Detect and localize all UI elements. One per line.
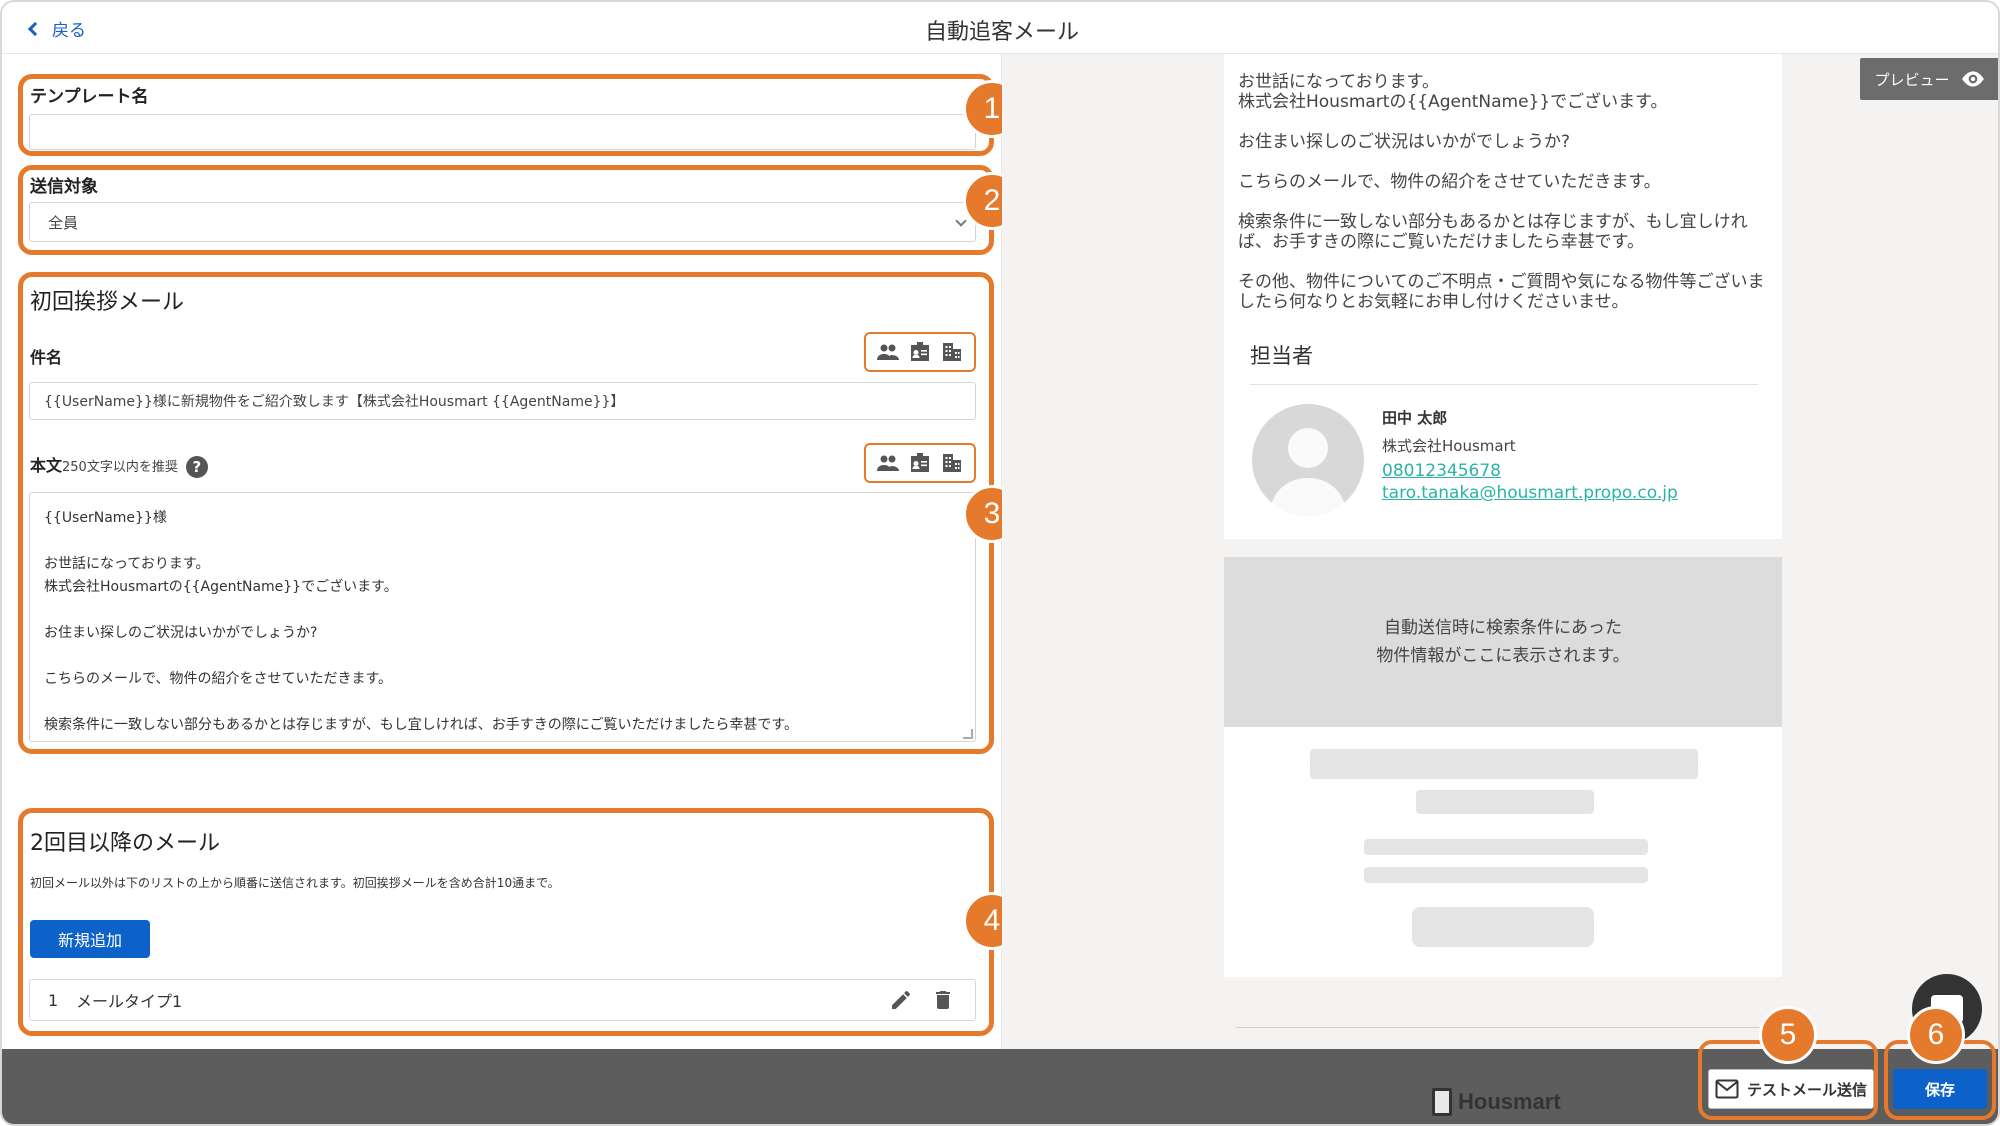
body-line: {{UserName}}様	[44, 510, 167, 526]
test-button-label: テストメール送信	[1746, 1080, 1867, 1099]
app-window: 戻る 自動追客メール テンプレート名 1 送信対象 全員 2 初回挨拶メール 件…	[0, 0, 2000, 1126]
list-item-number: 1	[48, 990, 59, 1010]
divider	[1250, 384, 1758, 385]
body-line	[44, 645, 961, 668]
body-insert-toolbar	[864, 443, 976, 483]
logo: Housmart	[1432, 1088, 1561, 1116]
subject-input[interactable]: {{UserName}}様に新規物件をご紹介致します【株式会社Housmart …	[29, 382, 976, 420]
template-name-label: テンプレート名	[30, 87, 149, 107]
chevron-down-icon	[955, 215, 967, 227]
body-line	[44, 691, 961, 714]
body-textarea[interactable]: {{UserName}}様 お世話になっております。 株式会社Housmartの…	[29, 492, 976, 742]
body-line	[44, 530, 961, 553]
staff-heading: 担当者	[1250, 344, 1313, 368]
id-card-icon[interactable]	[908, 451, 932, 475]
resize-handle-icon[interactable]	[963, 729, 973, 739]
skeleton-button	[1412, 907, 1594, 947]
preview-paragraph: その他、物件についてのご不明点・ご質問や気になる物件等ございましたら何なりとお気…	[1238, 272, 1765, 312]
id-card-icon[interactable]	[908, 340, 932, 364]
save-button[interactable]: 保存	[1893, 1069, 1987, 1109]
body-line: こちらのメールで、物件の紹介をさせていただきます。	[44, 671, 393, 687]
mail-preview-text: お世話になっております。 株式会社Housmartの{{AgentName}}で…	[1238, 72, 1766, 312]
body-label-text: 本文	[30, 456, 63, 475]
body-line: 株式会社Housmartの{{AgentName}}でございます。	[44, 579, 398, 595]
divider	[1236, 1027, 1766, 1028]
list-item[interactable]: 1 メールタイプ1	[29, 979, 976, 1021]
list-item-label: メールタイプ1	[76, 992, 183, 1011]
skeleton-bar	[1364, 839, 1648, 855]
staff-phone-link[interactable]: 08012345678	[1382, 460, 1678, 482]
target-label: 送信対象	[30, 177, 98, 197]
body-line	[44, 599, 961, 622]
preview-paragraph: 検索条件に一致しない部分もあるかとは存じますが、もし宜しければ、お手すきの際にご…	[1238, 212, 1748, 252]
users-icon[interactable]	[876, 451, 900, 475]
header-bar: 戻る 自動追客メール	[2, 2, 1998, 54]
trash-icon[interactable]	[931, 988, 955, 1012]
placeholder-line: 自動送信時に検索条件にあった	[1384, 618, 1622, 638]
subject-insert-toolbar	[864, 332, 976, 372]
body-label: 本文250文字以内を推奨?	[30, 452, 208, 478]
logo-text: Housmart	[1458, 1089, 1561, 1114]
preview-paragraph: こちらのメールで、物件の紹介をさせていただきます。	[1238, 172, 1661, 192]
preview-paragraph: お住まい探しのご状況はいかがでしょうか?	[1238, 132, 1571, 152]
preview-toggle-button[interactable]: プレビュー	[1860, 58, 1998, 100]
send-test-mail-button[interactable]: テストメール送信	[1708, 1069, 1874, 1109]
body-hint: 250文字以内を推奨	[62, 460, 178, 475]
building-icon[interactable]	[940, 340, 964, 364]
skeleton-area	[1224, 727, 1782, 977]
pencil-icon[interactable]	[889, 988, 913, 1012]
first-mail-heading: 初回挨拶メール	[30, 290, 185, 315]
user-silhouette-icon	[1270, 428, 1346, 516]
row-actions	[889, 988, 955, 1012]
placeholder-line: 物件情報がここに表示されます。	[1376, 646, 1630, 666]
staff-name: 田中 太郎	[1382, 409, 1448, 427]
building-icon[interactable]	[940, 451, 964, 475]
users-icon[interactable]	[876, 340, 900, 364]
annotation-badge-6: 6	[1907, 1006, 1965, 1064]
body-line: 検索条件に一致しない部分もあるかとは存じますが、もし宜しければ、お手すきの際にご…	[44, 717, 799, 733]
skeleton-bar	[1416, 790, 1594, 814]
subject-label: 件名	[30, 348, 63, 367]
skeleton-bar	[1364, 867, 1648, 883]
target-select[interactable]: 全員	[29, 202, 976, 242]
mail-icon	[1715, 1079, 1739, 1099]
mail-preview-card: お世話になっております。 株式会社Housmartの{{AgentName}}で…	[1224, 54, 1782, 539]
followup-description: 初回メール以外は下のリストの上から順番に送信されます。初回挨拶メールを含め合計1…	[30, 876, 560, 890]
staff-company: 株式会社Housmart	[1382, 437, 1516, 455]
annotation-badge-5: 5	[1759, 1006, 1817, 1064]
skeleton-bar	[1310, 749, 1698, 779]
staff-info: 田中 太郎 株式会社Housmart 08012345678 taro.tana…	[1382, 404, 1678, 504]
body-line: お世話になっております。	[44, 556, 210, 572]
add-mail-button[interactable]: 新規追加	[30, 920, 150, 958]
target-selected-value: 全員	[48, 213, 79, 232]
eye-icon	[1961, 71, 1984, 87]
property-placeholder: 自動送信時に検索条件にあった 物件情報がここに表示されます。	[1224, 557, 1782, 727]
followup-heading: 2回目以降のメール	[30, 831, 220, 856]
help-icon[interactable]: ?	[185, 455, 208, 478]
preview-button-label: プレビュー	[1874, 70, 1950, 89]
staff-email-link[interactable]: taro.tanaka@housmart.propo.co.jp	[1382, 482, 1678, 504]
body-line: お住まい探しのご状況はいかがでしょうか?	[44, 625, 318, 641]
preview-paragraph: お世話になっております。 株式会社Housmartの{{AgentName}}で…	[1238, 72, 1668, 112]
page-title: 自動追客メール	[924, 20, 1079, 45]
avatar	[1252, 404, 1364, 516]
template-name-input[interactable]	[29, 114, 976, 150]
door-logo-icon	[1432, 1088, 1452, 1116]
